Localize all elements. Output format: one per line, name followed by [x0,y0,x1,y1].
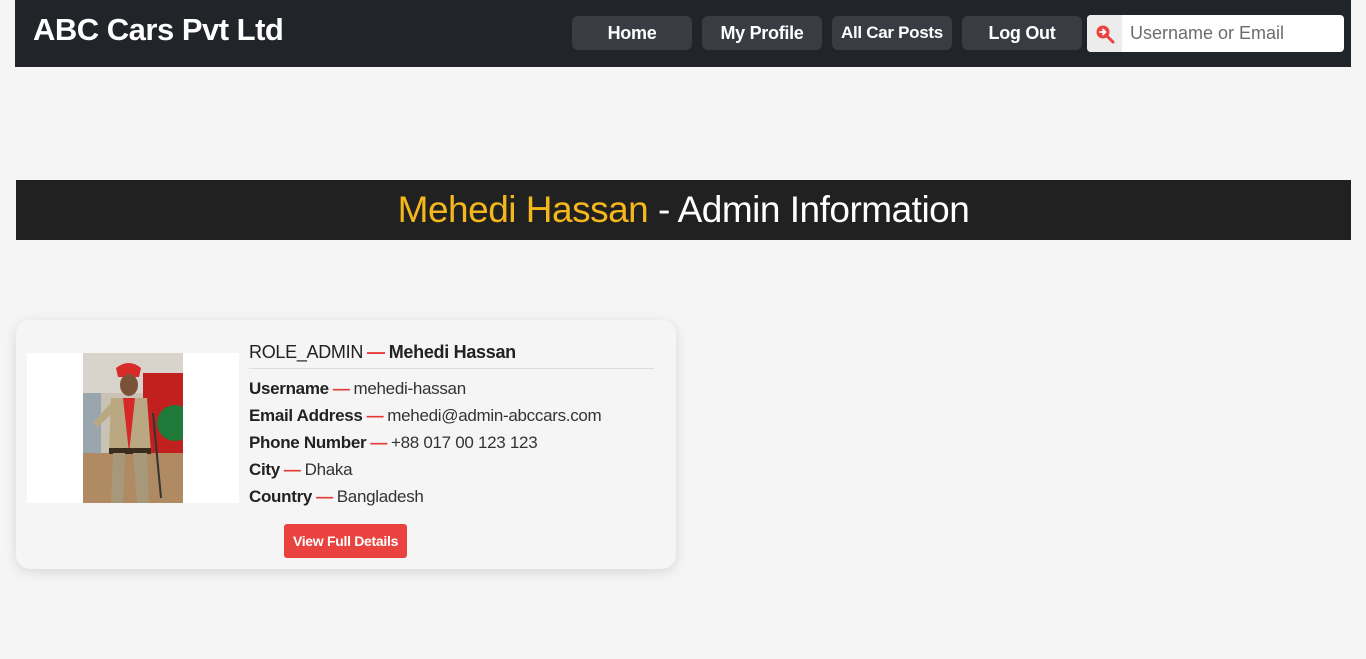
info-value: +88 017 00 123 123 [391,433,538,452]
info-value: Bangladesh [336,487,424,506]
role-label: ROLE_ADMIN [249,342,364,362]
info-value: Dhaka [304,460,353,479]
info-label: Phone Number [249,433,367,452]
separator-dash: — [366,406,384,425]
info-row-phone: Phone Number — +88 017 00 123 123 [249,433,654,452]
info-row-email: Email Address — mehedi@admin-abccars.com [249,406,654,425]
navbar: ABC Cars Pvt Ltd Home My Profile All Car… [15,0,1351,67]
info-label: City [249,460,280,479]
separator-dash: — [332,379,350,398]
separator-dash: — [283,460,301,479]
admin-card: ROLE_ADMIN — Mehedi Hassan Username — mehedi… [16,320,676,569]
info-row-city: City — Dhaka [249,460,654,479]
nav-log-out-button[interactable]: Log Out [962,16,1082,50]
avatar [83,353,183,503]
info-label: Email Address [249,406,363,425]
nav-my-profile-button[interactable]: My Profile [702,16,822,50]
avatar-frame [27,353,239,503]
info-value: mehedi-hassan [353,379,467,398]
separator-dash: — [316,487,333,506]
search-icon[interactable] [1087,15,1122,52]
view-full-details-button[interactable]: View Full Details [284,524,407,558]
nav-home-button[interactable]: Home [572,16,692,50]
info-row-username: Username — mehedi-hassan [249,379,654,398]
info-row-country: Country — Bangladesh [249,487,654,506]
separator-dash: — [370,433,388,452]
search-input[interactable] [1122,16,1337,51]
search-box [1087,15,1344,52]
separator-dash: — [367,342,385,362]
info-label: Username [249,379,329,398]
nav-all-car-posts-button[interactable]: All Car Posts [832,16,952,50]
info-header: ROLE_ADMIN — Mehedi Hassan [249,342,654,369]
info-value: mehedi@admin-abccars.com [387,406,602,425]
page-title-suffix: - Admin Information [648,189,970,230]
admin-info: ROLE_ADMIN — Mehedi Hassan Username — mehedi… [249,342,654,506]
brand-title[interactable]: ABC Cars Pvt Ltd [33,12,284,48]
admin-name: Mehedi Hassan [397,189,649,230]
info-label: Country [249,487,313,506]
full-name: Mehedi Hassan [388,342,516,362]
page-title-banner: Mehedi Hassan - Admin Information [16,180,1351,240]
